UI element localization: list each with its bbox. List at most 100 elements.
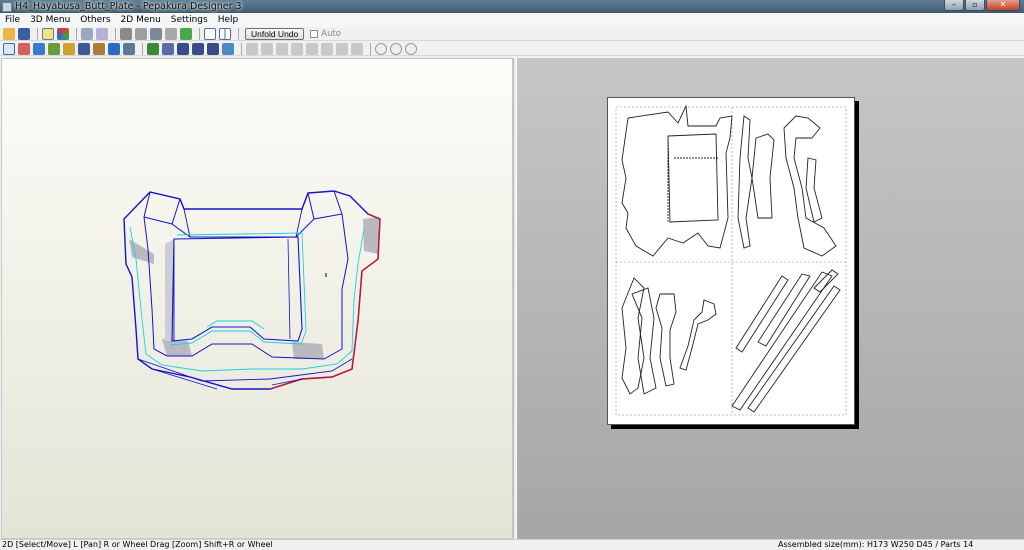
menu-help[interactable]: Help	[213, 15, 244, 25]
auto-checkbox-label: Auto	[321, 28, 342, 39]
align-top-icon[interactable]	[291, 42, 303, 55]
3d-view[interactable]	[1, 58, 513, 539]
toolbar-separator	[370, 42, 371, 55]
anchor-icon[interactable]	[150, 27, 162, 40]
maximize-button[interactable]: ▫	[965, 0, 985, 11]
id-icon[interactable]	[192, 42, 204, 55]
toolbar-separator	[241, 42, 242, 55]
part-1	[621, 104, 733, 257]
pencil-icon[interactable]	[120, 27, 132, 40]
model-cavity-cyan	[169, 232, 307, 346]
pattern-parts	[621, 104, 841, 413]
text-icon[interactable]	[78, 42, 90, 55]
grid-icon[interactable]	[162, 42, 174, 55]
menu-2d[interactable]: 2D Menu	[116, 15, 166, 25]
fold-icon[interactable]	[96, 27, 108, 40]
unfolded-pattern	[615, 104, 847, 416]
part-icon[interactable]	[165, 27, 177, 40]
lightbulb-icon[interactable]	[42, 27, 54, 40]
model-rim	[143, 213, 349, 360]
label-icon[interactable]	[207, 42, 219, 55]
rotate-part-icon[interactable]	[108, 42, 120, 55]
image-icon[interactable]	[93, 42, 105, 55]
align-center-icon[interactable]	[261, 42, 273, 55]
menu-file[interactable]: File	[0, 15, 25, 25]
move-part-icon[interactable]	[123, 42, 135, 55]
close-icon: ✕	[999, 0, 1007, 9]
model-edge	[206, 320, 265, 330]
unfold-undo-button[interactable]: Unfold Undo	[245, 27, 305, 40]
flaps-icon[interactable]	[33, 42, 45, 55]
model-face	[292, 342, 324, 359]
print-area	[615, 106, 847, 416]
texture-icon[interactable]	[57, 27, 69, 40]
toolbar-separator	[142, 42, 143, 55]
sheet-icon[interactable]	[222, 42, 234, 55]
title-bar: H4_Hayabusa_Butt_Plate - Pepakura Design…	[0, 0, 1024, 13]
toolbar-separator	[37, 27, 38, 40]
align-left-icon[interactable]	[246, 42, 258, 55]
paper-sheet[interactable]	[607, 97, 855, 425]
edge-icon[interactable]	[63, 42, 75, 55]
part-5	[805, 157, 823, 223]
part-11	[757, 273, 811, 347]
auto-checkbox[interactable]: Auto	[310, 29, 341, 39]
flip-icon[interactable]	[405, 42, 417, 55]
rotate-left-icon[interactable]	[375, 42, 387, 55]
align-right-icon[interactable]	[276, 42, 288, 55]
check-icon[interactable]	[180, 27, 192, 40]
menu-3d[interactable]: 3D Menu	[25, 15, 75, 25]
part-9	[679, 299, 717, 371]
maximize-icon: ▫	[972, 0, 978, 9]
dual-view-icon[interactable]	[219, 27, 231, 40]
model-edge	[307, 190, 343, 220]
auto-checkbox-box[interactable]	[310, 29, 319, 38]
minimize-icon: –	[952, 0, 956, 9]
select-icon[interactable]	[3, 42, 15, 55]
app-icon	[2, 1, 12, 12]
status-hint: 2D [Select/Move] L [Pan] R or Wheel Drag…	[2, 540, 273, 549]
part-2	[737, 115, 753, 249]
model-red-edge	[269, 213, 381, 390]
arrange-icon[interactable]	[147, 42, 159, 55]
toolbar-separator	[76, 27, 77, 40]
3d-model-canvas[interactable]	[2, 59, 514, 540]
distribute-h-icon[interactable]	[336, 42, 348, 55]
cylinder-icon[interactable]	[135, 27, 147, 40]
single-view-icon[interactable]	[204, 27, 216, 40]
menu-others[interactable]: Others	[75, 15, 115, 25]
part-10	[735, 275, 789, 353]
unfold-icon[interactable]	[81, 27, 93, 40]
number-icon[interactable]	[177, 42, 189, 55]
model-edge	[143, 191, 181, 225]
part-8	[655, 293, 677, 387]
model-face	[363, 217, 379, 254]
toolbar-separator	[199, 27, 200, 40]
part-4	[783, 115, 837, 257]
part-7	[631, 287, 657, 395]
minimize-button[interactable]: –	[944, 0, 964, 11]
toolbar-separator	[115, 27, 116, 40]
status-bar: 2D [Select/Move] L [Pan] R or Wheel Drag…	[0, 539, 1024, 550]
rotate-right-icon[interactable]	[390, 42, 402, 55]
align-bottom-icon[interactable]	[321, 42, 333, 55]
toolbar-2d	[0, 42, 1024, 56]
model-edge	[287, 238, 291, 340]
model-edge	[179, 192, 309, 210]
menu-settings[interactable]: Settings	[166, 15, 213, 25]
cut-icon[interactable]	[18, 42, 30, 55]
align-middle-icon[interactable]	[306, 42, 318, 55]
model-face	[162, 339, 192, 356]
toolbar-separator	[238, 27, 239, 40]
open-folder-icon[interactable]	[3, 27, 15, 40]
close-button[interactable]: ✕	[986, 0, 1020, 11]
menu-bar: File 3D Menu Others 2D Menu Settings Hel…	[0, 13, 1024, 27]
model-edge	[183, 208, 303, 238]
window-title: H4_Hayabusa_Butt_Plate - Pepakura Design…	[15, 1, 242, 12]
part-13	[747, 285, 841, 413]
distribute-v-icon[interactable]	[351, 42, 363, 55]
part-1-face	[667, 133, 719, 223]
part-3	[751, 133, 775, 219]
save-icon[interactable]	[18, 27, 30, 40]
join-icon[interactable]	[48, 42, 60, 55]
